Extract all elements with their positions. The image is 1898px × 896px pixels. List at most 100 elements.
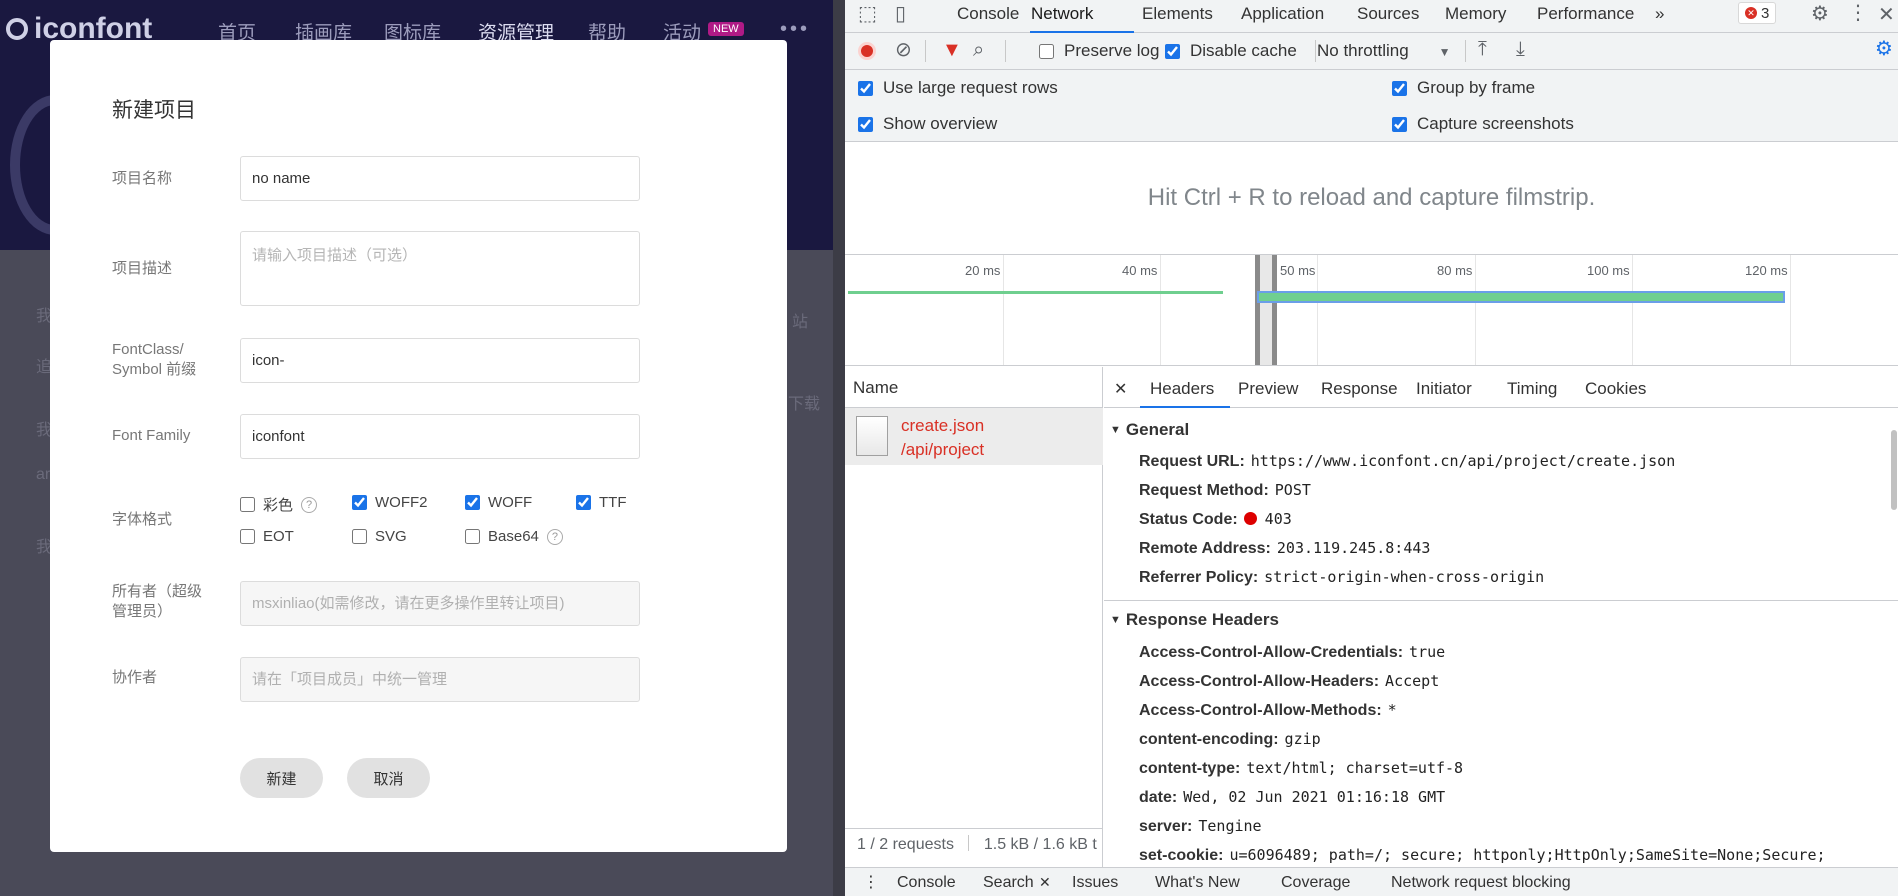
drawer-tab-coverage[interactable]: Coverage: [1281, 874, 1350, 892]
header-key: Remote Address:: [1139, 540, 1271, 557]
tab-network[interactable]: Network: [1031, 4, 1093, 24]
general-section-toggle[interactable]: ▼ General: [1110, 420, 1189, 440]
tab-memory[interactable]: Memory: [1445, 4, 1506, 24]
cancel-button[interactable]: 取消: [347, 758, 430, 798]
checkbox[interactable]: [1165, 43, 1180, 59]
project-name-input[interactable]: [240, 156, 640, 201]
timeline-overview[interactable]: 20 ms 40 ms 50 ms 80 ms 100 ms 120 ms: [845, 254, 1898, 366]
format-ttf-checkbox[interactable]: TTF: [576, 494, 627, 511]
menu-kebab-icon[interactable]: ⋮: [1848, 3, 1868, 23]
checkbox[interactable]: [465, 495, 480, 510]
clear-icon[interactable]: ⊘: [895, 40, 912, 60]
search-icon[interactable]: ⌕: [973, 40, 984, 60]
header-key: Status Code:: [1139, 511, 1238, 528]
checkbox[interactable]: [576, 495, 591, 510]
drawer-menu-icon[interactable]: ⋮: [863, 872, 879, 892]
tab-elements[interactable]: Elements: [1142, 4, 1213, 24]
checkbox[interactable]: [352, 529, 367, 544]
checkbox[interactable]: [1039, 43, 1054, 59]
format-woff2-checkbox[interactable]: WOFF2: [352, 494, 428, 511]
disable-cache-checkbox[interactable]: Disable cache: [1165, 41, 1297, 61]
tab-performance[interactable]: Performance: [1537, 4, 1634, 24]
checkbox[interactable]: [240, 497, 255, 512]
request-detail: ✕ Headers Preview Response Initiator Tim…: [1104, 367, 1898, 867]
header-row: content-type: text/html; charset=utf-8: [1139, 759, 1463, 778]
format-eot-checkbox[interactable]: EOT: [240, 528, 294, 545]
inspect-element-icon[interactable]: ⬚: [858, 4, 877, 24]
large-rows-checkbox[interactable]: Use large request rows: [858, 78, 1058, 98]
tab-timing[interactable]: Timing: [1507, 379, 1557, 399]
drawer-tab-request-blocking[interactable]: Network request blocking: [1391, 874, 1571, 892]
device-toolbar-icon[interactable]: ▯: [895, 4, 906, 24]
header-row: date: Wed, 02 Jun 2021 01:16:18 GMT: [1139, 788, 1445, 807]
preserve-log-checkbox[interactable]: Preserve log: [1039, 41, 1159, 61]
checkbox[interactable]: [858, 80, 873, 96]
checkbox[interactable]: [1392, 80, 1407, 96]
tick-line: [1475, 255, 1476, 365]
capture-screenshots-checkbox[interactable]: Capture screenshots: [1392, 114, 1574, 134]
header-key: content-type:: [1139, 760, 1241, 777]
header-key: Access-Control-Allow-Credentials:: [1139, 644, 1404, 661]
checkbox-label: Group by frame: [1417, 78, 1536, 97]
checkbox-label: Use large request rows: [883, 78, 1058, 97]
timeline-request-bar: [1257, 291, 1785, 303]
name-column-header[interactable]: Name: [845, 367, 1103, 408]
close-icon[interactable]: ✕: [1878, 5, 1895, 25]
tab-sources[interactable]: Sources: [1357, 4, 1419, 24]
help-icon[interactable]: ?: [546, 528, 563, 545]
tab-application[interactable]: Application: [1241, 4, 1324, 24]
response-headers-toggle[interactable]: ▼ Response Headers: [1110, 610, 1279, 630]
more-icon[interactable]: •••: [780, 18, 810, 41]
header-value: text/html; charset=utf-8: [1246, 759, 1464, 777]
checkbox[interactable]: [352, 495, 367, 510]
font-family-input[interactable]: [240, 414, 640, 459]
import-har-icon[interactable]: ⤒: [1478, 39, 1487, 59]
drawer-tab-search[interactable]: Search: [983, 874, 1034, 892]
close-search-icon[interactable]: ✕: [1039, 874, 1051, 891]
drawer-tab-console[interactable]: Console: [897, 874, 956, 892]
triangle-down-icon: ▼: [1110, 614, 1121, 626]
show-overview-checkbox[interactable]: Show overview: [858, 114, 997, 134]
header-row: Access-Control-Allow-Headers: Accept: [1139, 672, 1439, 691]
error-icon: ✕: [1745, 7, 1757, 19]
filmstrip-message: Hit Ctrl + R to reload and capture films…: [1147, 184, 1596, 211]
devtools-panel: ⬚ ▯ Console Network Elements Application…: [845, 0, 1898, 896]
tab-preview[interactable]: Preview: [1238, 379, 1298, 399]
project-desc-input[interactable]: [240, 231, 640, 306]
format-svg-checkbox[interactable]: SVG: [352, 528, 407, 545]
tab-console[interactable]: Console: [957, 4, 1019, 24]
prefix-input[interactable]: [240, 338, 640, 383]
close-detail-icon[interactable]: ✕: [1114, 379, 1127, 399]
format-base64-checkbox[interactable]: Base64?: [465, 528, 563, 545]
group-by-frame-checkbox[interactable]: Group by frame: [1392, 78, 1535, 98]
more-tabs-icon[interactable]: »: [1655, 4, 1664, 24]
network-settings-icon[interactable]: ⚙: [1875, 39, 1893, 59]
drawer-tab-issues[interactable]: Issues: [1072, 874, 1118, 892]
throttling-select[interactable]: No throttling ▼: [1317, 41, 1451, 61]
checkbox-label: Preserve log: [1064, 41, 1160, 60]
logo-icon: [6, 18, 28, 40]
drawer-tab-whats-new[interactable]: What's New: [1155, 874, 1240, 892]
header-value: POST: [1274, 481, 1311, 499]
checkbox[interactable]: [240, 529, 255, 544]
checkbox[interactable]: [858, 116, 873, 132]
error-count-badge[interactable]: ✕ 3: [1738, 2, 1777, 24]
record-icon[interactable]: [858, 42, 876, 60]
detail-scrollbar[interactable]: [1891, 430, 1897, 510]
tab-response[interactable]: Response: [1321, 379, 1398, 399]
checkbox-label: TTF: [599, 494, 627, 511]
settings-icon[interactable]: ⚙: [1811, 4, 1829, 24]
create-button[interactable]: 新建: [240, 758, 323, 798]
format-woff-checkbox[interactable]: WOFF: [465, 494, 532, 511]
tab-headers[interactable]: Headers: [1150, 379, 1214, 399]
checkbox[interactable]: [465, 529, 480, 544]
checkbox-label: Disable cache: [1190, 41, 1297, 60]
format-color-checkbox[interactable]: 彩色?: [240, 494, 318, 515]
tab-initiator[interactable]: Initiator: [1416, 379, 1472, 399]
tab-cookies[interactable]: Cookies: [1585, 379, 1646, 399]
help-icon[interactable]: ?: [301, 496, 318, 513]
filter-icon[interactable]: ▼: [942, 40, 962, 60]
checkbox[interactable]: [1392, 116, 1407, 132]
request-row[interactable]: create.json /api/project: [845, 408, 1103, 465]
export-har-icon[interactable]: ⤓: [1516, 39, 1525, 59]
